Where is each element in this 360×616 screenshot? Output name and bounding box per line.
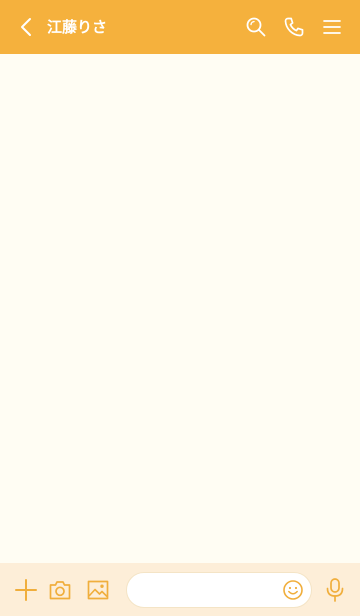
message-list[interactable] xyxy=(0,54,360,563)
chevron-left-icon xyxy=(21,18,31,36)
camera-button[interactable] xyxy=(48,578,72,602)
emoji-button[interactable] xyxy=(282,579,304,601)
smile-icon xyxy=(283,580,303,600)
microphone-icon xyxy=(326,578,344,602)
camera-icon xyxy=(49,581,71,600)
add-button[interactable] xyxy=(14,578,38,602)
plus-icon xyxy=(15,579,37,601)
chat-title: 江藤りさ xyxy=(47,18,108,36)
image-icon xyxy=(87,580,109,600)
phone-icon xyxy=(284,17,304,37)
menu-icon xyxy=(323,20,341,34)
menu-button[interactable] xyxy=(321,16,343,38)
back-button[interactable] xyxy=(16,16,38,38)
microphone-button[interactable] xyxy=(324,577,346,603)
chat-header: 江藤りさ xyxy=(0,0,360,54)
search-button[interactable] xyxy=(245,16,267,38)
call-button[interactable] xyxy=(283,16,305,38)
search-icon xyxy=(246,17,266,37)
image-button[interactable] xyxy=(86,578,110,602)
